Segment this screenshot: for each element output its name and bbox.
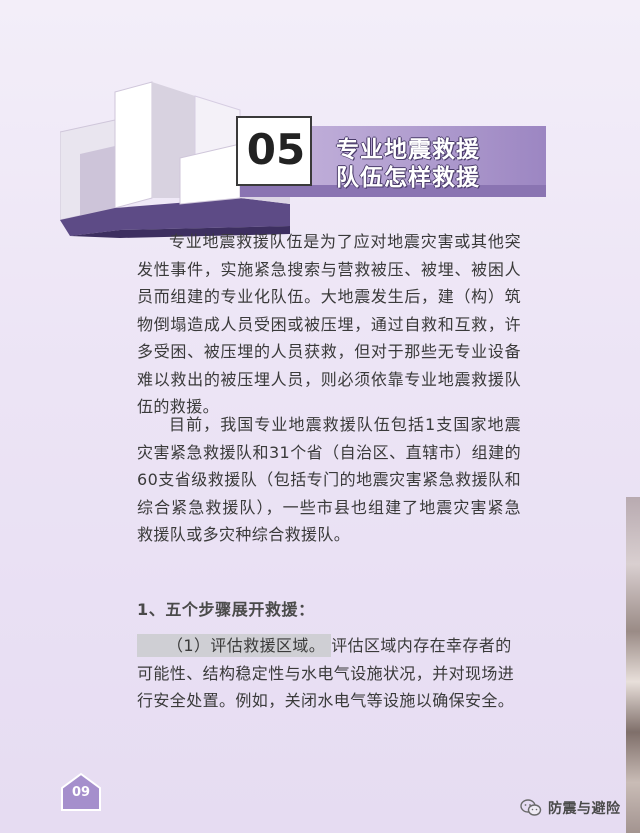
chapter-title-line2: 队伍怎样救援 — [336, 165, 480, 191]
section-heading: 1、五个步骤展开救援： — [137, 600, 315, 619]
edge-photo — [626, 497, 640, 833]
watermark-text: 防震与避险 — [548, 801, 621, 817]
page-number: 09 — [71, 785, 91, 800]
wechat-icon — [520, 799, 542, 816]
watermark: 防震与避险 — [520, 796, 621, 820]
document-page: 05 专业地震救援 队伍怎样救援 专业地震救援队伍是为了应对地震灾害或其他突发性… — [0, 0, 640, 833]
chapter-number: 05 — [246, 125, 306, 174]
paragraph-intro: 专业地震救援队伍是为了应对地震灾害或其他突发性事件，实施紧急搜索与营救被压、被埋… — [137, 232, 521, 416]
paragraph-teams: 目前，我国专业地震救援队伍包括1支国家地震灾害紧急救援队和31个省（自治区、直辖… — [137, 415, 521, 544]
step1-label: （1）评估救援区域。 — [137, 634, 332, 657]
paragraph-step1: （1）评估救援区域。 评估区域内存在幸存者的可能性、结构稳定性与水电气设施状况，并… — [137, 632, 521, 715]
